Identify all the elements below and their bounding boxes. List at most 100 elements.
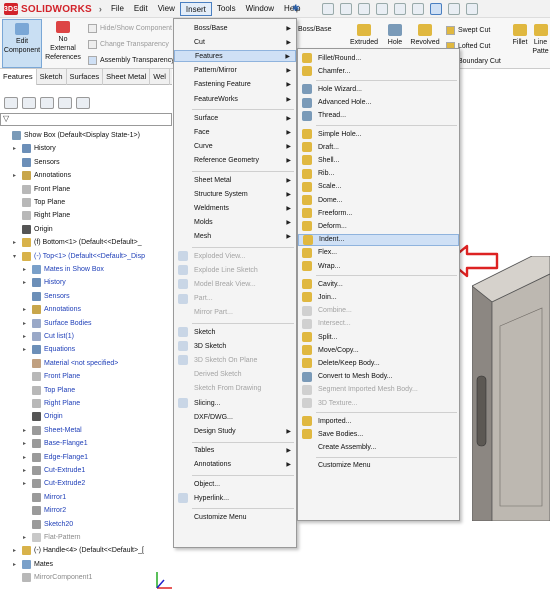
tree-item-top-plane[interactable]: Top Plane bbox=[13, 196, 65, 209]
chevron-right-icon[interactable]: ▸ bbox=[23, 467, 29, 474]
chevron-right-icon[interactable]: ▸ bbox=[23, 266, 29, 273]
chevron-right-icon[interactable]: ▸ bbox=[23, 346, 29, 353]
tree-item-right-plane[interactable]: Right Plane bbox=[23, 397, 80, 410]
insert-menu-tables[interactable]: Tables ▶ bbox=[174, 445, 296, 457]
insert-menu-molds[interactable]: Molds ▶ bbox=[174, 217, 296, 229]
chevron-right-icon[interactable]: ▸ bbox=[23, 534, 29, 541]
features-menu-wrap[interactable]: Wrap... bbox=[298, 260, 459, 272]
insert-menu-customize-menu[interactable]: Customize Menu bbox=[174, 511, 296, 523]
tree-item-front-plane[interactable]: Front Plane bbox=[13, 183, 70, 196]
menu-insert[interactable]: Insert bbox=[179, 2, 212, 16]
tree-item-top-default-disp[interactable]: ▾ (-) Top<1> (Default<<Default>_Disp bbox=[13, 250, 145, 263]
tree-item-right-plane[interactable]: Right Plane bbox=[13, 209, 70, 222]
features-menu-indent[interactable]: Indent... bbox=[298, 233, 459, 246]
tree-item-top-plane[interactable]: Top Plane bbox=[23, 384, 75, 397]
features-menu-dome[interactable]: Dome... bbox=[298, 194, 459, 206]
open-icon[interactable] bbox=[358, 3, 370, 15]
insert-menu-featureworks[interactable]: FeatureWorks ▶ bbox=[174, 93, 296, 105]
tab-features[interactable]: Features bbox=[0, 69, 37, 85]
assembly-transparency-button[interactable]: Assembly Transparency bbox=[88, 56, 175, 65]
menu-window[interactable]: Window bbox=[241, 2, 279, 16]
features-menu-advanced-hole[interactable]: Advanced Hole... bbox=[298, 97, 459, 109]
chevron-right-icon[interactable]: ▸ bbox=[23, 320, 29, 327]
tree-item-origin[interactable]: Origin bbox=[13, 223, 53, 236]
features-menu-scale[interactable]: Scale... bbox=[298, 181, 459, 193]
new-document-icon[interactable] bbox=[340, 3, 352, 15]
feature-tree-icon[interactable] bbox=[4, 97, 18, 109]
tab-sketch[interactable]: Sketch bbox=[37, 69, 67, 85]
tree-item-history[interactable]: ▸ History bbox=[13, 142, 56, 155]
pin-icon[interactable]: ✱ bbox=[292, 3, 300, 14]
features-menu-cavity[interactable]: Cavity... bbox=[298, 278, 459, 290]
tree-item-annotations[interactable]: ▸ Annotations bbox=[23, 303, 81, 316]
tree-filter-input[interactable]: ▽ bbox=[0, 113, 172, 126]
tree-item-cut-extrude2[interactable]: ▸ Cut-Extrude2 bbox=[23, 477, 85, 490]
insert-menu-weldments[interactable]: Weldments ▶ bbox=[174, 202, 296, 214]
rebuild-icon[interactable] bbox=[448, 3, 460, 15]
tree-item-mates-in-show-box[interactable]: ▸ Mates in Show Box bbox=[23, 263, 104, 276]
tree-item-material[interactable]: Material <not specified> bbox=[23, 357, 118, 370]
features-menu-shell[interactable]: Shell... bbox=[298, 154, 459, 166]
tree-item-surface-bodies[interactable]: ▸ Surface Bodies bbox=[23, 317, 91, 330]
tree-item-mirror1[interactable]: Mirror1 bbox=[23, 491, 66, 504]
features-menu-chamfer[interactable]: Chamfer... bbox=[298, 65, 459, 77]
hide-show-component-button[interactable]: Hide/Show Component bbox=[88, 24, 172, 33]
linear-pattern-button[interactable]: Line Patte bbox=[531, 24, 550, 56]
tree-item-front-plane[interactable]: Front Plane bbox=[23, 370, 80, 383]
change-transparency-button[interactable]: Change Transparency bbox=[88, 40, 169, 49]
tree-item-origin[interactable]: Origin bbox=[23, 410, 63, 423]
options-gear-icon[interactable] bbox=[466, 3, 478, 15]
chevron-right-icon[interactable]: ▸ bbox=[23, 454, 29, 461]
chevron-right-icon[interactable]: ▸ bbox=[13, 547, 19, 554]
tree-item-cut-list-1[interactable]: ▸ Cut list(1) bbox=[23, 330, 74, 343]
tree-item-equations[interactable]: ▸ Equations bbox=[23, 343, 75, 356]
no-external-references-button[interactable]: No External References bbox=[44, 21, 82, 62]
tree-item-sensors[interactable]: Sensors bbox=[23, 290, 70, 303]
features-menu-flex[interactable]: Flex... bbox=[298, 247, 459, 259]
chevron-right-icon[interactable]: ▸ bbox=[23, 427, 29, 434]
chevron-right-icon[interactable]: ▸ bbox=[23, 480, 29, 487]
features-menu-draft[interactable]: Draft... bbox=[298, 141, 459, 153]
insert-menu-face[interactable]: Face ▶ bbox=[174, 126, 296, 138]
chevron-right-icon[interactable]: ▸ bbox=[13, 145, 19, 152]
boss-base-ribbon-label[interactable]: Boss/Base bbox=[298, 26, 331, 33]
display-manager-icon[interactable] bbox=[76, 97, 90, 109]
tree-item-history[interactable]: ▸ History bbox=[23, 276, 66, 289]
tree-item-cut-extrude1[interactable]: ▸ Cut-Extrude1 bbox=[23, 464, 85, 477]
tab-sheet-metal[interactable]: Sheet Metal bbox=[103, 69, 151, 85]
tab-surfaces[interactable]: Surfaces bbox=[67, 69, 104, 85]
swept-cut-button[interactable]: Swept Cut bbox=[446, 26, 490, 35]
edit-component-button[interactable]: Edit Component bbox=[2, 19, 42, 68]
chevron-right-icon[interactable]: ▸ bbox=[23, 440, 29, 447]
tree-item-edge-flange1[interactable]: ▸ Edge-Flange1 bbox=[23, 451, 88, 464]
menu-tools[interactable]: Tools bbox=[212, 2, 241, 16]
menu-file[interactable]: File bbox=[106, 2, 129, 16]
insert-menu-structure-system[interactable]: Structure System ▶ bbox=[174, 188, 296, 200]
print-icon[interactable] bbox=[394, 3, 406, 15]
select-pointer-icon[interactable] bbox=[430, 3, 442, 15]
save-icon[interactable] bbox=[376, 3, 388, 15]
insert-menu-curve[interactable]: Curve ▶ bbox=[174, 141, 296, 153]
chevron-right-icon[interactable]: ▸ bbox=[23, 333, 29, 340]
features-menu-customize-menu[interactable]: Customize Menu bbox=[298, 460, 459, 472]
menu-view[interactable]: View bbox=[153, 2, 180, 16]
features-menu-deform[interactable]: Deform... bbox=[298, 220, 459, 232]
property-manager-icon[interactable] bbox=[22, 97, 36, 109]
features-menu-move-copy[interactable]: Move/Copy... bbox=[298, 344, 459, 356]
insert-menu-cut[interactable]: Cut ▶ bbox=[174, 36, 296, 48]
hole-wizard-button[interactable]: Hole bbox=[383, 24, 407, 47]
tree-item-sheet-metal[interactable]: ▸ Sheet-Metal bbox=[23, 424, 82, 437]
tree-item-flat-pattern[interactable]: ▸ Flat-Pattern bbox=[23, 531, 81, 544]
insert-menu-surface[interactable]: Surface ▶ bbox=[174, 112, 296, 124]
chevron-right-icon[interactable]: ▸ bbox=[13, 561, 19, 568]
insert-menu-annotations[interactable]: Annotations ▶ bbox=[174, 459, 296, 471]
chevron-right-icon[interactable]: ▸ bbox=[13, 239, 19, 246]
tree-item-mates[interactable]: ▸ Mates bbox=[13, 558, 53, 571]
insert-menu-design-study[interactable]: Design Study ▶ bbox=[174, 425, 296, 437]
insert-menu-object[interactable]: Object... bbox=[174, 478, 296, 490]
tree-item-show-box-default[interactable]: Show Box (Default<Display State-1>) bbox=[3, 129, 140, 142]
tree-item-handle-default[interactable]: ▸ (-) Handle<4> (Default<<Default>_[ bbox=[13, 544, 144, 557]
tree-item-base-flange1[interactable]: ▸ Base-Flange1 bbox=[23, 437, 88, 450]
features-menu-imported[interactable]: Imported... bbox=[298, 415, 459, 427]
home-icon[interactable] bbox=[322, 3, 334, 15]
